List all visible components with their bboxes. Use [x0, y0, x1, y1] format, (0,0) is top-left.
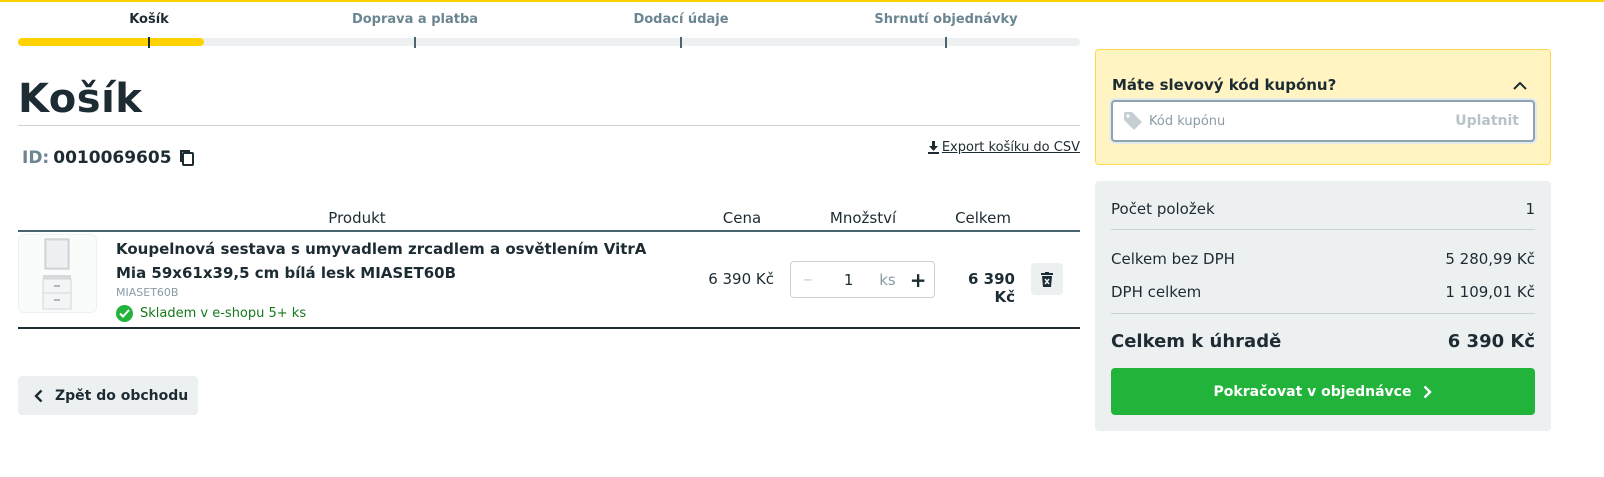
step-shipping-payment[interactable]: Doprava a platba [352, 12, 478, 27]
summary-divider-2 [1111, 313, 1535, 314]
stepper-tick-4 [945, 37, 947, 48]
column-header-product: Produkt [328, 209, 386, 227]
item-count-value: 1 [1525, 200, 1535, 218]
continue-order-label: Pokračovat v objednávce [1213, 383, 1412, 400]
coupon-field: Uplatnit [1111, 100, 1535, 142]
coupon-panel: Máte slevový kód kupónu? Uplatnit [1095, 49, 1551, 165]
summary-divider-1 [1111, 229, 1535, 230]
tag-icon [1124, 112, 1142, 130]
stepper-progress-fill [18, 38, 204, 46]
column-header-total: Celkem [955, 209, 1011, 227]
stepper-tick-1 [148, 37, 150, 48]
trash-icon [1041, 271, 1053, 287]
summary-item-count: Počet položek 1 [1111, 200, 1535, 218]
column-header-quantity: Množství [829, 209, 897, 227]
coupon-title: Máte slevový kód kupónu? [1112, 76, 1337, 94]
quantity-stepper: – ks + [790, 261, 935, 298]
coupon-code-input[interactable] [1143, 113, 1456, 129]
step-cart[interactable]: Košík [129, 12, 169, 27]
product-thumbnail[interactable] [18, 234, 97, 313]
grand-total-label: Celkem k úhradě [1111, 331, 1282, 352]
download-icon [927, 141, 939, 154]
quantity-decrease-button[interactable]: – [791, 269, 825, 290]
cart-id-label: ID: [22, 148, 50, 168]
stepper-tick-2 [414, 37, 416, 48]
table-row-divider [18, 327, 1080, 329]
remove-item-button[interactable] [1031, 263, 1063, 295]
title-divider [18, 125, 1080, 126]
apply-coupon-button[interactable]: Uplatnit [1455, 113, 1519, 129]
summary-net-total: Celkem bez DPH 5 280,99 Kč [1111, 250, 1535, 268]
quantity-input[interactable] [824, 270, 873, 289]
continue-order-button[interactable]: Pokračovat v objednávce [1111, 368, 1535, 415]
column-header-price: Cena [722, 209, 762, 227]
step-delivery-details[interactable]: Dodací údaje [633, 12, 728, 27]
back-to-shop-label: Zpět do obchodu [55, 387, 189, 404]
check-circle-icon [116, 305, 133, 322]
cart-id-value: 0010069605 [53, 148, 172, 168]
export-csv-label: Export košíku do CSV [941, 140, 1080, 155]
stepper-tick-3 [680, 37, 682, 48]
step-order-summary[interactable]: Shrnutí objednávky [874, 12, 1017, 27]
order-summary-panel: Počet položek 1 Celkem bez DPH 5 280,99 … [1095, 181, 1551, 431]
back-to-shop-button[interactable]: Zpět do obchodu [18, 376, 198, 415]
export-csv-link[interactable]: Export košíku do CSV [927, 140, 1080, 155]
chevron-left-icon [34, 389, 43, 402]
summary-vat-total: DPH celkem 1 109,01 Kč [1111, 283, 1535, 301]
checkout-stepper: Košík Doprava a platba Dodací údaje Shrn… [18, 10, 1080, 50]
cart-id: ID: 0010069605 [22, 148, 195, 168]
chevron-up-icon[interactable] [1512, 80, 1528, 92]
product-code: MIASET60B [116, 286, 179, 299]
table-header-divider [18, 230, 1080, 232]
grand-total-value: 6 390 Kč [1447, 331, 1535, 352]
product-line-total: 6 390 Kč [968, 270, 1015, 306]
item-count-label: Počet položek [1111, 200, 1215, 218]
vat-total-value: 1 109,01 Kč [1445, 283, 1535, 301]
product-name-link[interactable]: Koupelnová sestava s umyvadlem zrcadlem … [116, 237, 656, 285]
copy-icon[interactable] [179, 149, 195, 167]
top-accent-line [0, 0, 1604, 2]
net-total-label: Celkem bez DPH [1111, 250, 1235, 268]
vat-total-label: DPH celkem [1111, 283, 1202, 301]
quantity-unit: ks [879, 270, 896, 289]
stock-status: Skladem v e-shopu 5+ ks [116, 305, 306, 322]
product-unit-price: 6 390 Kč [708, 270, 774, 288]
chevron-right-icon [1424, 385, 1433, 398]
net-total-value: 5 280,99 Kč [1445, 250, 1535, 268]
stock-status-text: Skladem v e-shopu 5+ ks [140, 306, 307, 321]
summary-grand-total: Celkem k úhradě 6 390 Kč [1111, 331, 1535, 352]
quantity-increase-button[interactable]: + [902, 268, 934, 292]
page-title: Košík [18, 76, 143, 122]
